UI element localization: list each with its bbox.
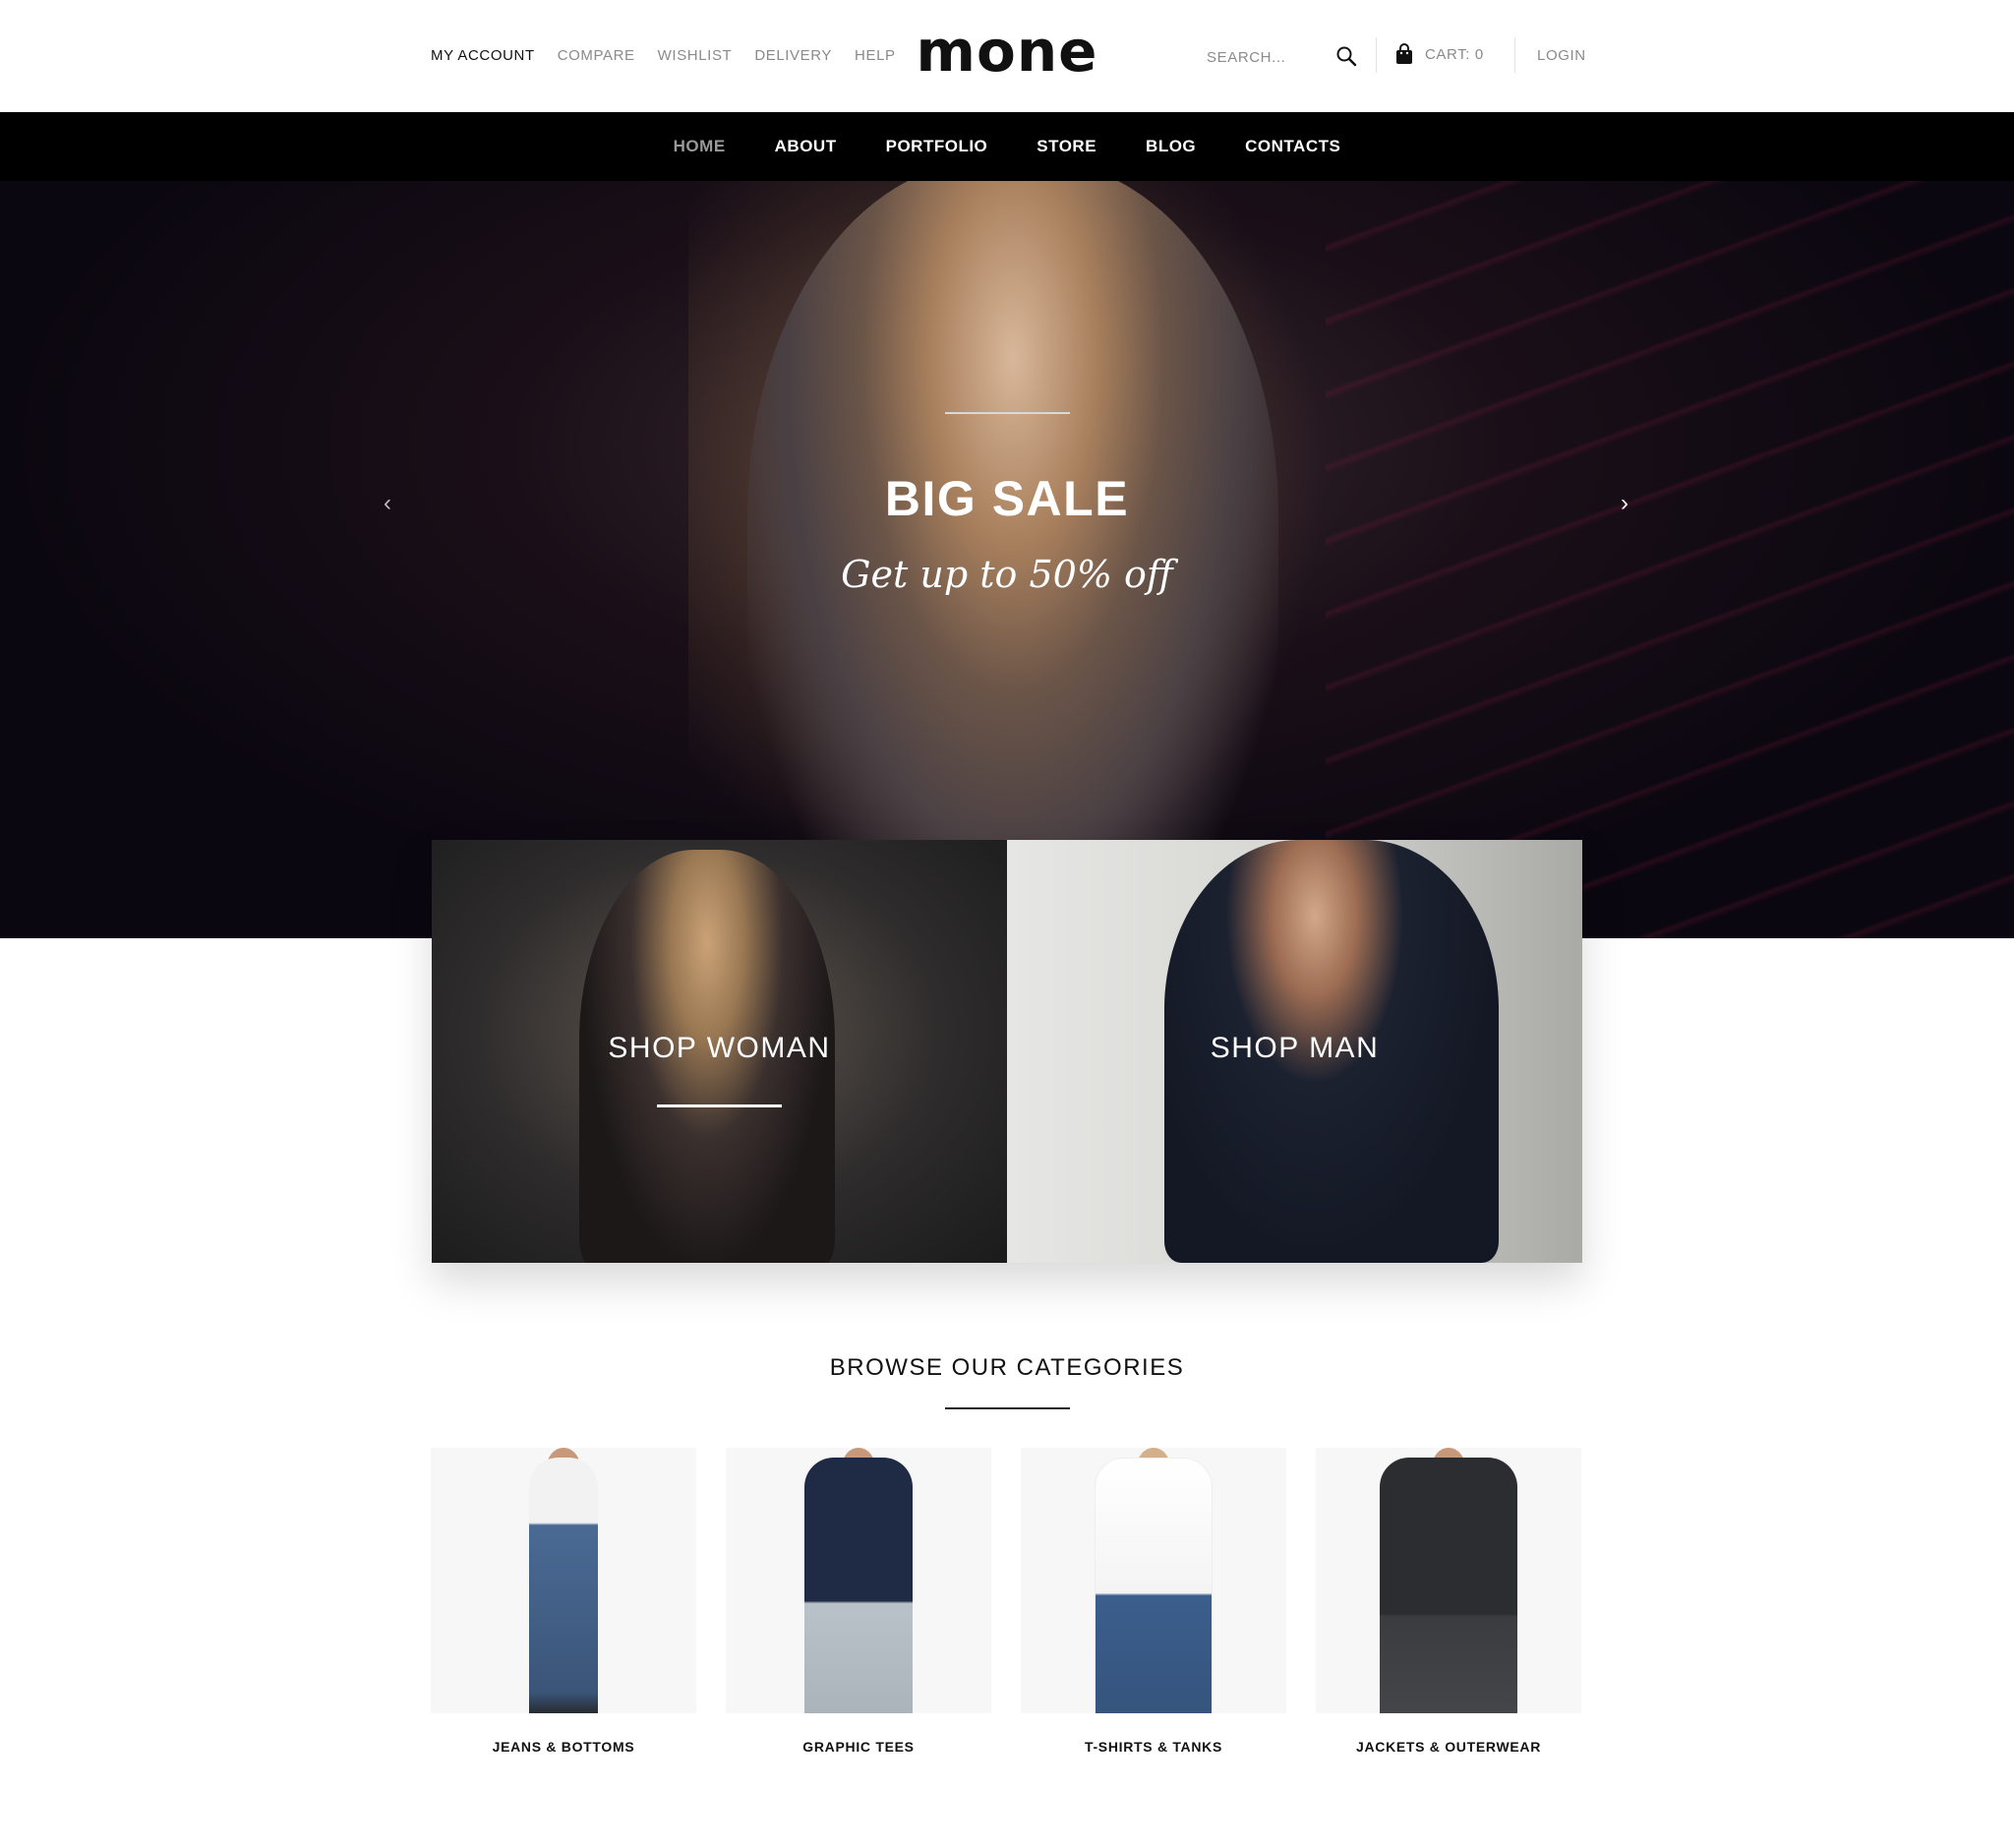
nav-portfolio[interactable]: PORTFOLIO bbox=[886, 137, 988, 156]
shop-woman-title: SHOP WOMAN bbox=[608, 1032, 831, 1064]
cart-label: CART: 0 bbox=[1425, 45, 1484, 63]
nav-contacts[interactable]: CONTACTS bbox=[1245, 137, 1340, 156]
hero-slider: BIG SALE Get up to 50% off ‹ › bbox=[0, 181, 2014, 938]
shop-man-panel[interactable]: SHOP MAN bbox=[1007, 840, 1582, 1263]
hero-subtitle: Get up to 50% off bbox=[841, 553, 1173, 596]
shop-woman-underline bbox=[657, 1104, 782, 1107]
category-label[interactable]: JEANS & BOTTOMS bbox=[431, 1739, 696, 1755]
model-body bbox=[529, 1458, 598, 1713]
shopping-bag-icon bbox=[1396, 43, 1412, 64]
shop-man-title: SHOP MAN bbox=[1210, 1032, 1380, 1064]
divider bbox=[1514, 37, 1515, 73]
shop-woman-panel[interactable]: SHOP WOMAN bbox=[432, 840, 1007, 1263]
cart-button[interactable]: CART: 0 bbox=[1395, 43, 1484, 65]
top-bar: MY ACCOUNT COMPARE WISHLIST DELIVERY HEL… bbox=[0, 0, 2014, 112]
category-card-tshirts[interactable]: T-SHIRTS & TANKS bbox=[1021, 1448, 1286, 1755]
nav-blog[interactable]: BLOG bbox=[1146, 137, 1196, 156]
category-card-graphic-tees[interactable]: GRAPHIC TEES bbox=[726, 1448, 991, 1755]
main-nav: HOME ABOUT PORTFOLIO STORE BLOG CONTACTS bbox=[0, 112, 2014, 181]
category-label[interactable]: JACKETS & OUTERWEAR bbox=[1316, 1739, 1581, 1755]
nav-about[interactable]: ABOUT bbox=[775, 137, 837, 156]
category-image[interactable] bbox=[1316, 1448, 1581, 1713]
divider bbox=[1376, 37, 1377, 73]
category-image[interactable] bbox=[726, 1448, 991, 1713]
category-label[interactable]: GRAPHIC TEES bbox=[726, 1739, 991, 1755]
search-icon[interactable] bbox=[1335, 45, 1357, 67]
category-label[interactable]: T-SHIRTS & TANKS bbox=[1021, 1739, 1286, 1755]
cart-count: 0 bbox=[1474, 45, 1484, 63]
model-body bbox=[1380, 1458, 1517, 1713]
category-card-jeans[interactable]: JEANS & BOTTOMS bbox=[431, 1448, 696, 1755]
hero-title: BIG SALE bbox=[884, 471, 1130, 526]
categories-heading: BROWSE OUR CATEGORIES bbox=[829, 1354, 1185, 1381]
nav-store[interactable]: STORE bbox=[1037, 137, 1096, 156]
hero-divider-line bbox=[945, 412, 1070, 414]
category-card-jackets[interactable]: JACKETS & OUTERWEAR bbox=[1316, 1448, 1581, 1755]
slider-next-arrow[interactable]: › bbox=[1615, 492, 1634, 515]
category-image[interactable] bbox=[431, 1448, 696, 1713]
nav-home[interactable]: HOME bbox=[674, 137, 726, 156]
model-body bbox=[1095, 1458, 1213, 1713]
category-image[interactable] bbox=[1021, 1448, 1286, 1713]
login-link[interactable]: LOGIN bbox=[1537, 47, 1586, 64]
categories-divider bbox=[945, 1407, 1070, 1409]
shop-panels: SHOP WOMAN SHOP MAN bbox=[432, 840, 1582, 1263]
site-logo[interactable]: mone bbox=[0, 18, 2014, 85]
model-body bbox=[804, 1458, 913, 1713]
slider-prev-arrow[interactable]: ‹ bbox=[378, 492, 397, 515]
